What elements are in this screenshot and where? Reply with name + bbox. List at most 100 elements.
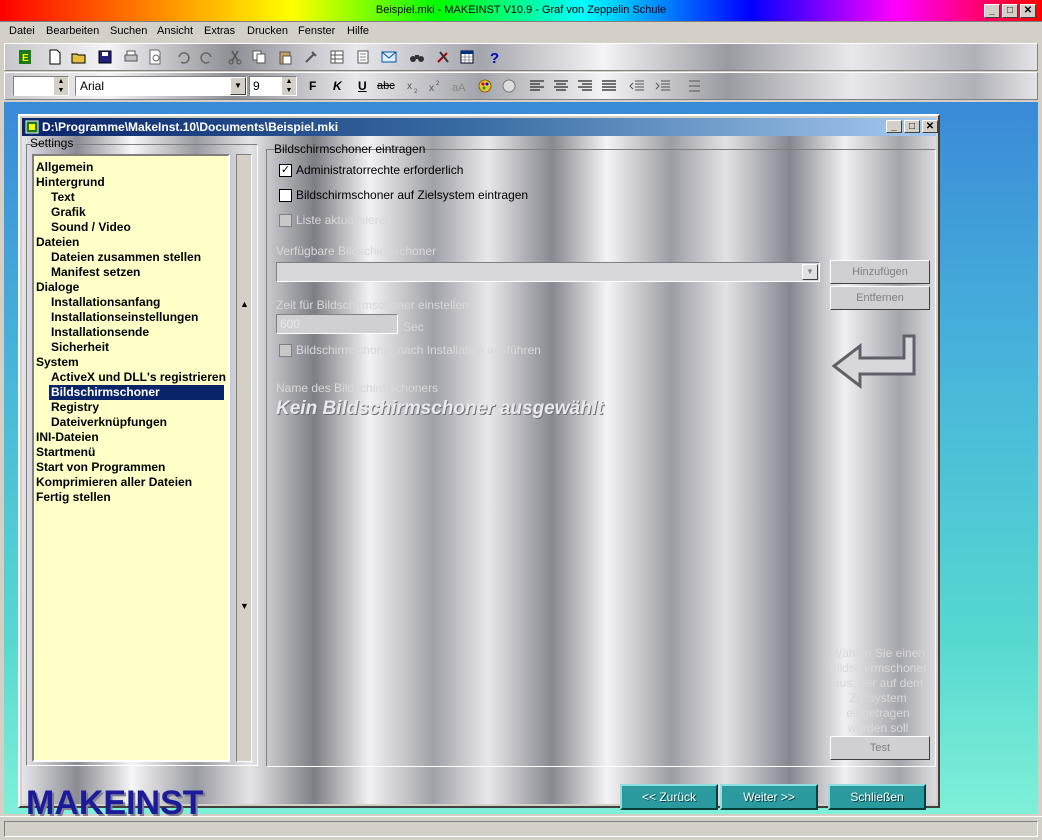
strikethrough-button[interactable]: abc — [377, 80, 395, 92]
tree-item[interactable]: Startmenü — [34, 445, 97, 460]
tree-item[interactable]: Grafik — [49, 205, 88, 220]
scroll-down-icon[interactable]: ▼ — [240, 601, 249, 611]
bold-button[interactable]: F — [309, 79, 316, 93]
paste-icon[interactable] — [277, 49, 293, 65]
undo-icon[interactable] — [175, 49, 191, 65]
indent-icon[interactable] — [655, 78, 671, 94]
back-button[interactable]: << Zurück — [620, 784, 718, 810]
tree-item[interactable]: System — [34, 355, 81, 370]
close-dialog-button[interactable]: Schließen — [828, 784, 926, 810]
menu-extras[interactable]: Extras — [204, 25, 235, 37]
register-label: Bildschirmschoner auf Zielsystem eintrag… — [296, 188, 529, 202]
align-justify-icon[interactable] — [601, 78, 617, 94]
binoculars-icon[interactable] — [409, 49, 425, 65]
italic-button[interactable]: K — [333, 79, 342, 93]
test-button[interactable]: Test — [830, 736, 930, 760]
register-checkbox[interactable] — [279, 189, 292, 202]
document-close-button[interactable]: ✕ — [922, 120, 938, 133]
time-input[interactable]: 600 — [276, 314, 398, 334]
tree-item[interactable]: Allgemein — [34, 160, 95, 175]
tree-item[interactable]: Manifest setzen — [49, 265, 142, 280]
align-right-icon[interactable] — [577, 78, 593, 94]
tree-item[interactable]: Dateiverknüpfungen — [49, 415, 169, 430]
align-center-icon[interactable] — [553, 78, 569, 94]
cut-icon[interactable] — [227, 49, 243, 65]
open-folder-icon[interactable] — [71, 49, 87, 65]
menu-ansicht[interactable]: Ansicht — [157, 25, 193, 37]
highlight-icon[interactable] — [501, 78, 517, 94]
menu-fenster[interactable]: Fenster — [298, 25, 335, 37]
document-icon[interactable] — [355, 49, 371, 65]
underline-button[interactable]: U — [358, 79, 367, 93]
align-left-icon[interactable] — [529, 78, 545, 94]
bullet-list-icon[interactable] — [685, 78, 701, 94]
help-icon[interactable]: ? — [487, 49, 503, 65]
tree-item[interactable]: Installationsanfang — [49, 295, 162, 310]
copy-icon[interactable] — [251, 49, 267, 65]
redo-icon[interactable] — [199, 49, 215, 65]
new-file-icon[interactable] — [47, 49, 63, 65]
status-bar — [0, 816, 1042, 840]
tree-item[interactable]: Dateien zusammen stellen — [49, 250, 203, 265]
tree-item[interactable]: Installationsende — [49, 325, 151, 340]
print-preview-icon[interactable] — [147, 49, 163, 65]
maximize-button[interactable]: □ — [1002, 4, 1018, 18]
tree-item[interactable]: Komprimieren aller Dateien — [34, 475, 194, 490]
available-screensavers-combo[interactable]: ▼ — [276, 262, 820, 282]
superscript-icon[interactable]: x2 — [427, 78, 443, 94]
tree-item[interactable]: Sound / Video — [49, 220, 133, 235]
run-after-install-checkbox[interactable] — [279, 344, 292, 357]
tree-item[interactable]: Fertig stellen — [34, 490, 113, 505]
chevron-down-icon[interactable]: ▼ — [802, 264, 818, 280]
next-button[interactable]: Weiter >> — [720, 784, 818, 810]
font-size-spinner[interactable]: 9 ▲ ▼ — [249, 76, 297, 96]
menu-hilfe[interactable]: Hilfe — [347, 25, 369, 37]
excel-icon[interactable]: E — [17, 49, 33, 65]
status-pane — [4, 821, 1038, 837]
subscript-icon[interactable]: x2 — [405, 78, 421, 94]
menu-drucken[interactable]: Drucken — [247, 25, 288, 37]
add-button[interactable]: Hinzufügen — [830, 260, 930, 284]
settings-tree[interactable]: Allgemein Hintergrund Text Grafik Sound / Vi… — [32, 154, 230, 762]
format-painter-icon[interactable] — [303, 49, 319, 65]
outdent-icon[interactable] — [629, 78, 645, 94]
admin-checkbox[interactable]: ✓ — [279, 164, 292, 177]
tree-item[interactable]: Start von Programmen — [34, 460, 167, 475]
menu-suchen[interactable]: Suchen — [110, 25, 147, 37]
tree-item[interactable]: INI-Dateien — [34, 430, 101, 445]
document-minimize-button[interactable]: _ — [886, 120, 902, 133]
standard-toolbar: E ? — [4, 43, 1038, 71]
svg-text:x: x — [407, 81, 412, 92]
font-scale-icon[interactable]: aA — [451, 78, 467, 94]
menu-datei[interactable]: Datei — [9, 25, 35, 37]
print-icon[interactable] — [123, 49, 139, 65]
tools-icon[interactable] — [435, 49, 451, 65]
refresh-list-checkbox[interactable] — [279, 214, 292, 227]
document-title-bar: D:\Programme\MakeInst.10\Documents\Beisp… — [22, 118, 938, 136]
color-palette-icon[interactable] — [477, 78, 493, 94]
tree-item[interactable]: Dateien — [34, 235, 81, 250]
minimize-button[interactable]: _ — [984, 4, 1000, 18]
save-icon[interactable] — [97, 49, 113, 65]
tree-item[interactable]: Installationseinstellungen — [49, 310, 200, 325]
table-insert-icon[interactable] — [329, 49, 345, 65]
font-name-combo[interactable]: Arial ▼ — [75, 76, 247, 96]
tree-item[interactable]: ActiveX und DLL's registrieren — [49, 370, 228, 385]
tree-item[interactable]: Dialoge — [34, 280, 81, 295]
remove-button[interactable]: Entfernen — [830, 286, 930, 310]
tree-item[interactable]: Registry — [49, 400, 101, 415]
close-button[interactable]: ✕ — [1020, 4, 1036, 18]
style-spinner[interactable]: ▲ ▼ — [13, 76, 69, 96]
tree-item[interactable]: Text — [49, 190, 77, 205]
scroll-up-icon[interactable]: ▲ — [240, 299, 249, 309]
settings-scrollbar[interactable]: ▲ ▼ — [236, 154, 252, 762]
mail-icon[interactable] — [381, 49, 397, 65]
tree-item[interactable]: Hintergrund — [34, 175, 107, 190]
menu-bearbeiten[interactable]: Bearbeiten — [46, 25, 99, 37]
calendar-icon[interactable] — [459, 49, 475, 65]
chevron-down-icon[interactable]: ▼ — [230, 77, 246, 95]
tree-item[interactable]: Bildschirmschoner — [49, 385, 224, 400]
tree-item[interactable]: Sicherheit — [49, 340, 111, 355]
document-maximize-button[interactable]: □ — [904, 120, 920, 133]
svg-text:E: E — [22, 53, 29, 64]
